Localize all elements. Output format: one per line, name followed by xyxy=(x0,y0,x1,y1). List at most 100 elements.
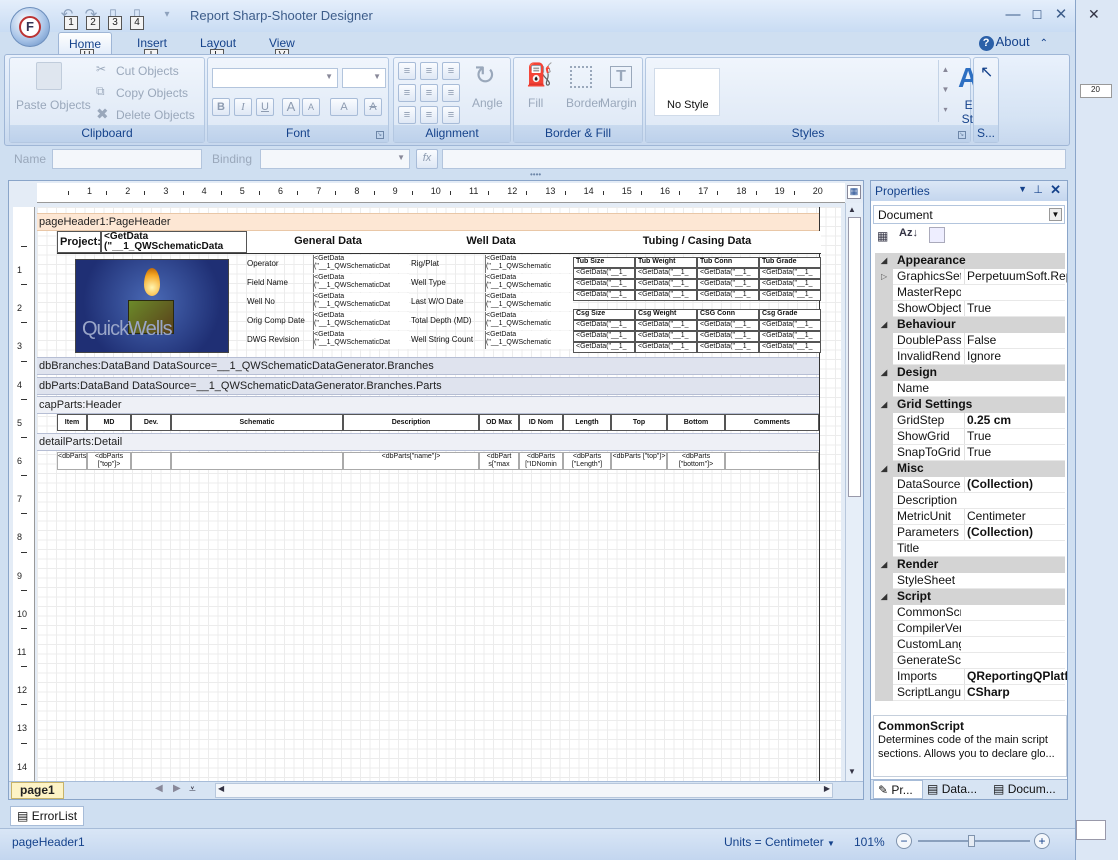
property-category[interactable]: Appearance xyxy=(875,253,1065,269)
tubing-cell[interactable]: <GetData("__1_ xyxy=(635,279,697,290)
align-middle-center-icon[interactable]: ≡ xyxy=(420,84,438,102)
property-row[interactable]: InvalidRende Ignore xyxy=(875,349,1065,365)
pointer-icon[interactable]: ↖ xyxy=(980,62,993,82)
detail-cell[interactable]: <dbParts ["top"]> xyxy=(611,452,667,470)
scroll-down-icon[interactable]: ▼ xyxy=(848,767,856,776)
tab-data[interactable]: ▤ Data... xyxy=(927,782,977,796)
tubing-header[interactable]: Csg Weight xyxy=(635,309,697,320)
expand-arrow-icon[interactable]: ▷ xyxy=(881,269,887,284)
tubing-cell[interactable]: <GetData("__1_ xyxy=(635,320,697,331)
page-header-band[interactable]: pageHeader1:PageHeader xyxy=(37,213,819,231)
property-value[interactable]: Centimeter xyxy=(964,509,1067,524)
detail-cell[interactable]: <dbPart s["max xyxy=(479,452,519,470)
property-value[interactable]: True xyxy=(964,429,1067,444)
tubing-cell[interactable]: <GetData("__1_ xyxy=(573,342,635,353)
align-bottom-center-icon[interactable]: ≡ xyxy=(420,106,438,124)
property-value[interactable]: True xyxy=(964,301,1067,316)
general-row-value[interactable]: <GetData ("__1_QWSchematicDat xyxy=(313,331,409,349)
well-row-value[interactable]: <GetData ("__1_QWSchematic xyxy=(485,255,573,273)
zoom-in-button[interactable]: + xyxy=(1034,833,1050,849)
property-value[interactable]: CSharp xyxy=(964,685,1067,700)
property-row[interactable]: Imports QReportingQPlatfo xyxy=(875,669,1067,685)
property-row[interactable]: Name xyxy=(875,381,1065,397)
error-list-tab[interactable]: ▤ ErrorList xyxy=(10,806,85,826)
well-row-label[interactable]: Well Type xyxy=(411,278,485,287)
tubing-cell[interactable]: <GetData("__1_ xyxy=(635,331,697,342)
well-data-header[interactable]: Well Data xyxy=(409,231,573,253)
property-row[interactable]: ShowGrid True xyxy=(875,429,1065,445)
align-middle-right-icon[interactable]: ≡ xyxy=(442,84,460,102)
tubing-cell[interactable]: <GetData("__1_ xyxy=(697,279,759,290)
tubing-cell[interactable]: <GetData("__1_ xyxy=(697,268,759,279)
property-row[interactable]: ScriptLangua CSharp xyxy=(875,685,1065,701)
general-row-value[interactable]: <GetData ("__1_QWSchematicDat xyxy=(313,255,409,273)
property-category[interactable]: Behaviour xyxy=(875,317,1065,333)
property-value[interactable]: True xyxy=(964,445,1067,460)
tubing-cell[interactable]: <GetData("__1_ xyxy=(759,342,821,353)
column-header-cell[interactable]: ID Nom xyxy=(519,414,563,431)
bold-button[interactable]: B xyxy=(212,98,230,116)
tab-properties[interactable]: ✎ Pr... xyxy=(873,780,923,799)
cut-objects-button[interactable]: Cut Objects xyxy=(116,64,179,78)
property-row[interactable]: MetricUnit Centimeter xyxy=(875,509,1065,525)
property-category[interactable]: Design xyxy=(875,365,1065,381)
object-selector[interactable]: Document ▼ xyxy=(873,205,1065,224)
well-row-label[interactable]: Last W/O Date xyxy=(411,297,485,306)
property-category[interactable]: Script xyxy=(875,589,1065,605)
tubing-header[interactable]: Tub Conn xyxy=(697,257,759,268)
well-row-value[interactable]: <GetData ("__1_QWSchematic xyxy=(485,331,573,349)
fill-button[interactable]: Fill xyxy=(528,96,543,110)
binding-select[interactable]: ▼ xyxy=(260,149,410,169)
scroll-right-icon[interactable]: ▶ xyxy=(824,784,830,793)
name-input[interactable] xyxy=(52,149,202,169)
property-category[interactable]: Misc xyxy=(875,461,1065,477)
property-value[interactable]: Ignore xyxy=(964,349,1067,364)
ruler-corner-icon[interactable]: ▦ xyxy=(847,185,861,199)
tubing-header[interactable]: CSG Conn xyxy=(697,309,759,320)
tubing-cell[interactable]: <GetData("__1_ xyxy=(573,320,635,331)
tubing-cell[interactable]: <GetData("__1_ xyxy=(759,320,821,331)
align-top-left-icon[interactable]: ≡ xyxy=(398,62,416,80)
gallery-scroll[interactable]: ▲ ▼ ▾ xyxy=(938,60,952,122)
tubing-cell[interactable]: <GetData("__1_ xyxy=(635,342,697,353)
property-pages-icon[interactable] xyxy=(929,227,945,243)
well-row-value[interactable]: <GetData ("__1_QWSchematic xyxy=(485,274,573,292)
property-row[interactable]: CommonScr xyxy=(875,605,1065,621)
application-button[interactable]: F xyxy=(10,7,50,47)
align-top-right-icon[interactable]: ≡ xyxy=(442,62,460,80)
column-header-cell[interactable]: Dev. xyxy=(131,414,171,431)
column-header-cell[interactable]: Length xyxy=(563,414,611,431)
tubing-cell[interactable]: <GetData("__1_ xyxy=(573,268,635,279)
property-row[interactable]: CustomLang xyxy=(875,637,1065,653)
detail-cell[interactable]: <dbParts ["top"]> xyxy=(87,452,131,470)
grow-font-button[interactable]: A xyxy=(282,98,300,116)
column-header-cell[interactable]: Comments xyxy=(725,414,819,431)
tubing-cell[interactable]: <GetData("__1_ xyxy=(759,290,821,301)
general-data-header[interactable]: General Data xyxy=(247,231,409,253)
property-category[interactable]: Render xyxy=(875,557,1065,573)
font-family-select[interactable]: ▼ xyxy=(212,68,338,88)
property-value[interactable]: False xyxy=(964,333,1067,348)
report-canvas[interactable]: pageHeader1:PageHeader Project: <GetData… xyxy=(37,207,841,781)
page-nav-next-icon[interactable]: ▶ xyxy=(173,783,181,794)
db-parts-band[interactable]: dbParts:DataBand DataSource=__1_QWSchema… xyxy=(37,377,819,395)
paste-objects-button[interactable]: Paste Objects xyxy=(16,98,91,112)
detail-cell[interactable] xyxy=(725,452,819,470)
pin-icon[interactable]: ⊥ xyxy=(1033,183,1043,196)
column-header-cell[interactable]: Bottom xyxy=(667,414,725,431)
panel-menu-icon[interactable]: ▼ xyxy=(1018,184,1027,194)
detail-cell[interactable]: <dbParts ["IDNomin xyxy=(519,452,563,470)
property-row[interactable]: Parameters (Collection) xyxy=(875,525,1065,541)
column-header-cell[interactable]: MD xyxy=(87,414,131,431)
page-nav-prev-icon[interactable]: ◀ xyxy=(155,783,163,794)
property-row[interactable]: Description xyxy=(875,493,1065,509)
db-branches-band[interactable]: dbBranches:DataBand DataSource=__1_QWSch… xyxy=(37,357,819,375)
column-header-cell[interactable]: Schematic xyxy=(171,414,343,431)
property-row[interactable]: DoublePass False xyxy=(875,333,1065,349)
detail-cell[interactable] xyxy=(171,452,343,470)
general-row-label[interactable]: Operator xyxy=(247,259,311,268)
background-close-icon[interactable]: ✕ xyxy=(1088,6,1100,23)
categorized-icon[interactable]: ▦ xyxy=(877,229,888,243)
page-list-icon[interactable]: ⩡ xyxy=(189,782,196,797)
dialog-launcher-icon[interactable]: ↘ xyxy=(376,131,384,139)
